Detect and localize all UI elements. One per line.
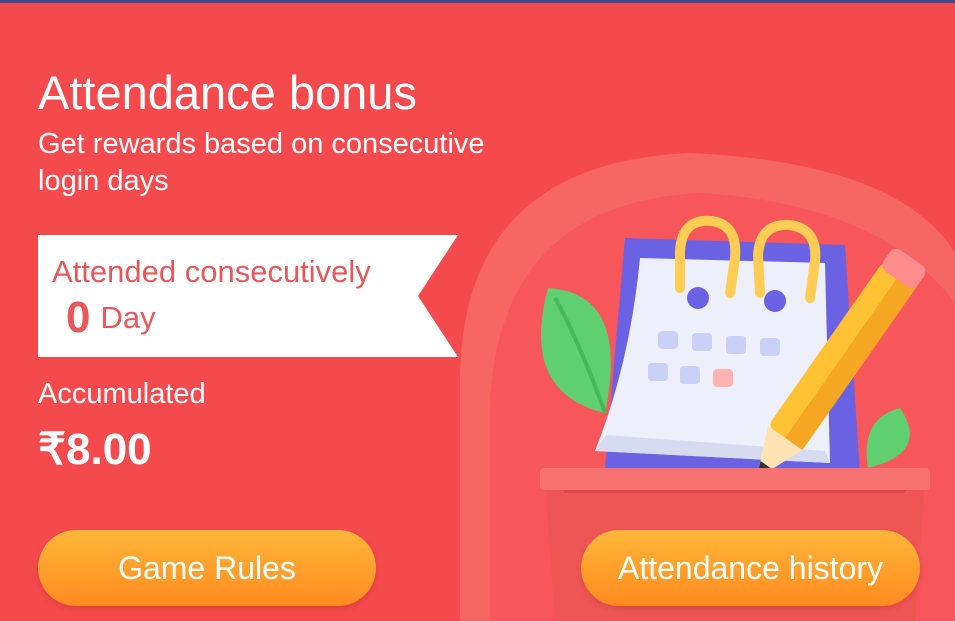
streak-text-before: Attended consecutively — [52, 254, 371, 289]
attendance-history-button[interactable]: Attendance history — [581, 530, 920, 606]
accumulated-label: Accumulated — [38, 378, 206, 410]
streak-text: Attended consecutively 0 Day — [52, 251, 412, 342]
streak-text-after: Day — [100, 300, 156, 335]
game-rules-button[interactable]: Game Rules — [38, 530, 376, 606]
page-title: Attendance bonus — [38, 66, 417, 119]
accumulated-amount: ₹8.00 — [38, 425, 152, 474]
attendance-bonus-banner: Attendance bonus Get rewards based on co… — [0, 0, 955, 621]
streak-days-count: 0 — [66, 293, 91, 342]
streak-ribbon: Attended consecutively 0 Day — [38, 235, 458, 357]
